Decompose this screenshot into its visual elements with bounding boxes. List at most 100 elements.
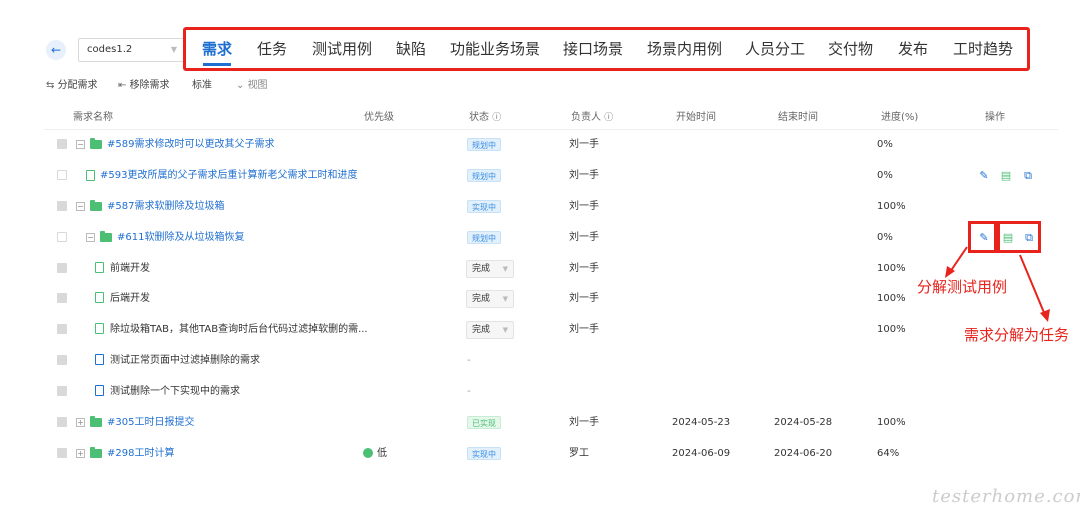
project-select-value: codes1.2	[87, 44, 133, 55]
tab-requirements[interactable]: 需求	[202, 38, 232, 59]
help-icon: ⓘ	[604, 113, 614, 123]
progress: 100%	[877, 263, 906, 274]
row-checkbox[interactable]	[57, 139, 67, 149]
status-select[interactable]: 完成 ▼	[466, 260, 514, 278]
document-icon	[86, 170, 95, 181]
tab-releases[interactable]: 发布	[898, 38, 928, 59]
requirement-link[interactable]: #589需求修改时可以更改其父子需求	[107, 138, 274, 152]
status-header-label: 状态	[469, 112, 489, 123]
priority: 低	[377, 448, 387, 459]
column-header-owner[interactable]: 负责人 ⓘ	[571, 108, 613, 123]
remove-requirement-button[interactable]: ⇤ 移除需求	[118, 76, 170, 91]
owner: 刘一手	[569, 263, 599, 274]
end-date: 2024-06-20	[774, 448, 833, 459]
owner: 刘一手	[569, 324, 599, 335]
project-select[interactable]: codes1.2 ▼	[78, 38, 186, 62]
standard-view-select[interactable]: 标准	[192, 76, 212, 91]
requirement-link[interactable]: #611软删除及从垃圾箱恢复	[117, 231, 244, 245]
row-checkbox[interactable]	[57, 355, 67, 365]
table-row[interactable]: − #611软删除及从垃圾箱恢复 规划中 刘一手 0% ✎ ▤ ⧉	[0, 222, 1080, 252]
tab-defects[interactable]: 缺陷	[396, 38, 426, 59]
row-checkbox[interactable]	[57, 293, 67, 303]
test-case-name[interactable]: 测试正常页面中过滤掉删除的需求	[110, 354, 260, 368]
task-name[interactable]: 后端开发	[110, 292, 150, 306]
column-header-name[interactable]: 需求名称	[73, 108, 113, 123]
requirement-link[interactable]: #587需求软删除及垃圾箱	[107, 200, 224, 214]
clipboard-icon[interactable]: ▤	[1000, 169, 1012, 182]
row-checkbox[interactable]	[57, 386, 67, 396]
collapse-icon[interactable]: −	[76, 140, 85, 149]
table-row[interactable]: #593更改所属的父子需求后重计算新老父需求工时和进度 规划中 刘一手 0% ✎…	[0, 160, 1080, 190]
table-row[interactable]: − #589需求修改时可以更改其父子需求 规划中 刘一手 0%	[0, 130, 1080, 160]
split-test-annotation: 分解测试用例	[917, 278, 1008, 296]
split-test-highlight	[968, 221, 997, 253]
active-tab-indicator	[203, 63, 231, 66]
owner: 刘一手	[569, 232, 599, 243]
column-header-priority[interactable]: 优先级	[364, 108, 394, 123]
collapse-icon[interactable]: −	[86, 233, 95, 242]
clipboard-icon	[95, 292, 104, 303]
status-select[interactable]: 完成 ▼	[466, 290, 514, 308]
table-row[interactable]: 测试正常页面中过滤掉删除的需求 -	[0, 345, 1080, 375]
row-checkbox[interactable]	[57, 448, 67, 458]
row-checkbox[interactable]	[57, 170, 67, 180]
end-date: 2024-05-28	[774, 417, 833, 428]
owner: 刘一手	[569, 139, 599, 150]
tab-staffing[interactable]: 人员分工	[745, 38, 805, 59]
folder-icon	[90, 416, 102, 427]
tab-scenario-cases[interactable]: 场景内用例	[647, 38, 722, 59]
row-checkbox[interactable]	[57, 417, 67, 427]
status-badge: 规划中	[467, 169, 501, 182]
folder-icon	[90, 447, 102, 458]
folder-icon	[90, 138, 102, 149]
collapse-icon[interactable]: −	[76, 202, 85, 211]
tab-test-cases[interactable]: 测试用例	[312, 38, 372, 59]
requirement-link[interactable]: #593更改所属的父子需求后重计算新老父需求工时和进度	[100, 169, 357, 183]
table-row[interactable]: 测试删除一个下实现中的需求 -	[0, 376, 1080, 406]
copy-icon[interactable]: ⧉	[1022, 169, 1034, 182]
tab-effort-trend[interactable]: 工时趋势	[953, 38, 1013, 59]
progress: 0%	[877, 232, 893, 243]
expand-icon[interactable]: +	[76, 418, 85, 427]
row-checkbox[interactable]	[57, 232, 67, 242]
requirement-link[interactable]: #305工时日报提交	[107, 416, 194, 430]
app-root: ← codes1.2 ▼ 需求 任务 测试用例 缺陷 功能业务场景 接口场景 场景…	[0, 0, 1080, 524]
row-checkbox[interactable]	[57, 324, 67, 334]
view-select[interactable]: ⌄ 视图	[236, 76, 268, 91]
owner: 罗工	[569, 448, 589, 459]
tab-api-scenarios[interactable]: 接口场景	[563, 38, 623, 59]
tab-business-scenarios[interactable]: 功能业务场景	[450, 38, 540, 59]
table-row[interactable]: + #298工时计算 低 实现中 罗工 2024-06-09 2024-06-2…	[0, 438, 1080, 468]
table-row[interactable]: 除垃圾箱TAB，其他TAB查询时后台代码过滤掉软删的需... 完成 ▼ 刘一手 1…	[0, 314, 1080, 344]
tab-deliverables[interactable]: 交付物	[828, 38, 873, 59]
split-test-case-icon[interactable]: ✎	[978, 169, 990, 182]
owner: 刘一手	[569, 417, 599, 428]
table-row[interactable]: + #305工时日报提交 已实现 刘一手 2024-05-23 2024-05-…	[0, 407, 1080, 437]
expand-icon[interactable]: +	[76, 449, 85, 458]
owner: 刘一手	[569, 170, 599, 181]
task-name[interactable]: 除垃圾箱TAB，其他TAB查询时后台代码过滤掉软删的需...	[110, 323, 368, 337]
test-case-name[interactable]: 测试删除一个下实现中的需求	[110, 385, 240, 399]
requirement-link[interactable]: #298工时计算	[107, 447, 174, 461]
status-select[interactable]: 完成 ▼	[466, 321, 514, 339]
column-header-status[interactable]: 状态 ⓘ	[469, 108, 501, 123]
column-header-start[interactable]: 开始时间	[676, 108, 716, 123]
status-empty: -	[467, 355, 471, 366]
status-badge: 实现中	[467, 447, 501, 460]
assign-requirement-button[interactable]: ⇆ 分配需求	[46, 76, 98, 91]
tab-tasks[interactable]: 任务	[257, 38, 287, 59]
column-header-progress[interactable]: 进度(%)	[881, 108, 918, 123]
status-value: 完成	[472, 264, 491, 274]
task-name[interactable]: 前端开发	[110, 262, 150, 276]
row-checkbox[interactable]	[57, 201, 67, 211]
back-button[interactable]: ←	[46, 40, 66, 60]
split-task-highlight	[997, 221, 1041, 253]
help-icon: ⓘ	[492, 113, 502, 123]
progress: 0%	[877, 139, 893, 150]
progress: 0%	[877, 170, 893, 181]
owner: 刘一手	[569, 293, 599, 304]
table-row[interactable]: − #587需求软删除及垃圾箱 实现中 刘一手 100%	[0, 191, 1080, 221]
swap-icon: ⇆	[46, 80, 58, 91]
column-header-end[interactable]: 结束时间	[778, 108, 818, 123]
row-checkbox[interactable]	[57, 263, 67, 273]
